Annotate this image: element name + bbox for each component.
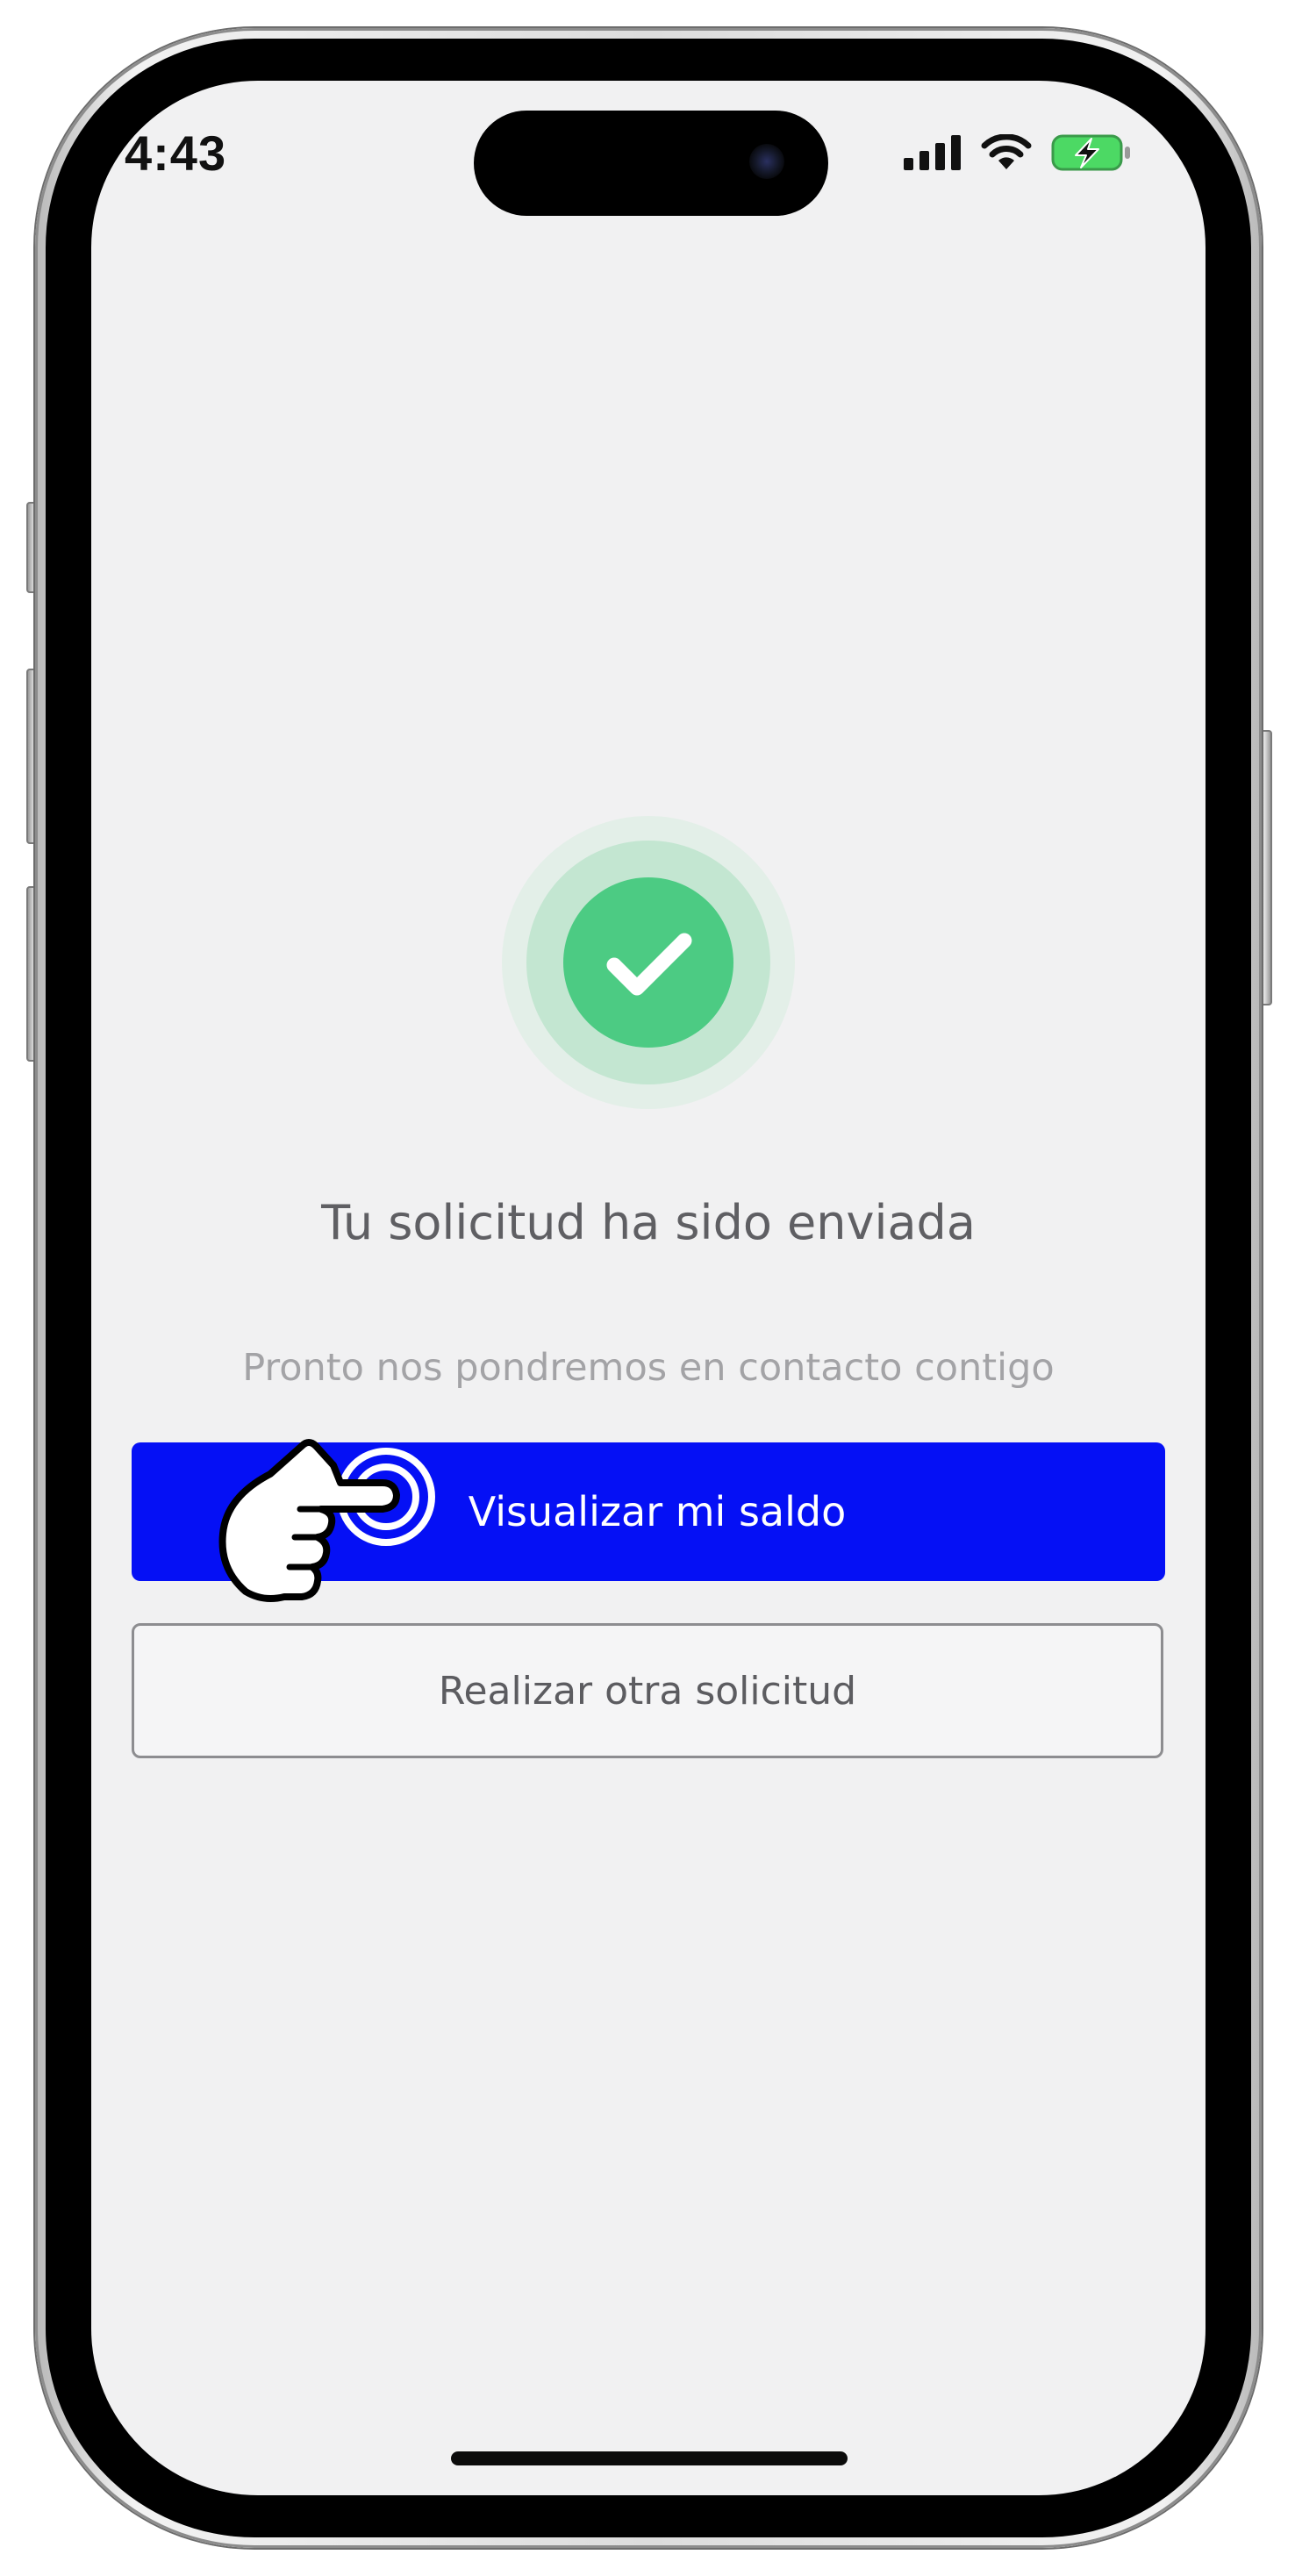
- phone-mockup: 4:43 Tu solicitud ha sido enviada Pronto…: [0, 0, 1295, 2576]
- cellular-signal-icon: [904, 135, 961, 170]
- battery-charging-icon: [1051, 134, 1130, 171]
- status-icons: [904, 133, 1132, 172]
- wifi-icon: [981, 134, 1032, 169]
- home-indicator[interactable]: [451, 2451, 848, 2465]
- success-title: Tu solicitud ha sido enviada: [321, 1195, 976, 1250]
- new-request-button[interactable]: Realizar otra solicitud: [132, 1623, 1163, 1758]
- checkmark-icon: [606, 933, 692, 996]
- status-time: 4:43: [125, 125, 227, 181]
- app-screen: [91, 81, 1206, 2495]
- success-indicator: [502, 816, 795, 1109]
- new-request-label: Realizar otra solicitud: [438, 1668, 857, 1714]
- success-circle: [563, 877, 733, 1048]
- view-balance-label: Visualizar mi saldo: [468, 1488, 847, 1535]
- success-subtitle: Pronto nos pondremos en contacto contigo: [242, 1346, 1055, 1390]
- front-camera-icon: [749, 144, 784, 179]
- tap-hand-icon: [218, 1439, 435, 1602]
